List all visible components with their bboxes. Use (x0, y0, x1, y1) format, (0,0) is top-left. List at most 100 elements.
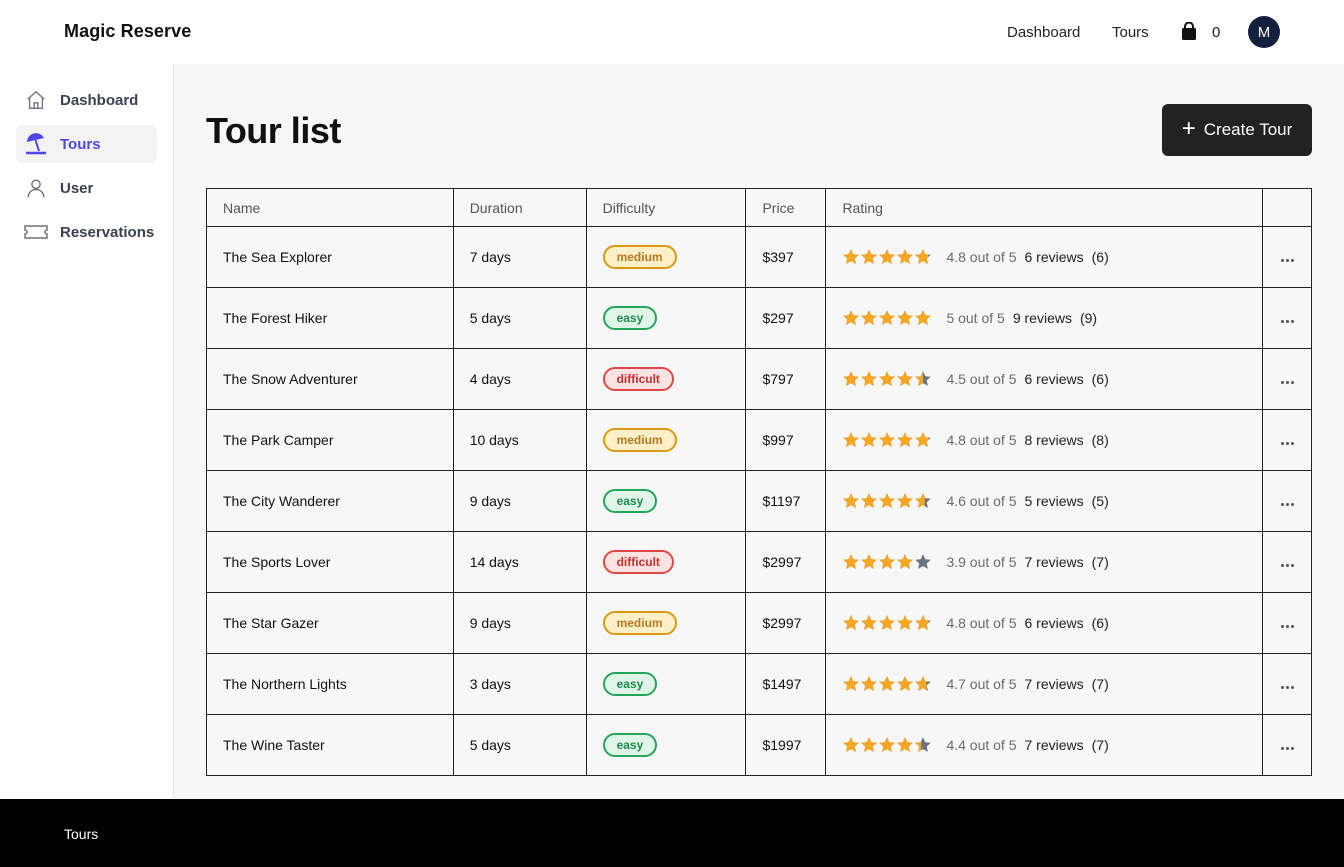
create-tour-button[interactable]: + Create Tour (1162, 104, 1312, 156)
star-rating (842, 675, 932, 693)
review-count: 9 reviews (1012, 310, 1072, 326)
rating: 3.9 out of 5 7 reviews (7) (842, 553, 1246, 571)
review-count: 5 reviews (1024, 493, 1084, 509)
review-count: 6 reviews (1024, 249, 1084, 265)
review-count: 7 reviews (1024, 737, 1084, 753)
more-options-icon[interactable] (1280, 564, 1294, 567)
table-row[interactable]: The Forest Hiker 5 days easy $297 5 out of 5… (206, 287, 1312, 349)
star-icon (861, 737, 878, 752)
avatar[interactable]: M (1248, 16, 1280, 48)
star-icon (843, 493, 860, 508)
review-count-paren: (5) (1091, 493, 1109, 509)
rating: 4.8 out of 5 8 reviews (8) (842, 431, 1246, 449)
star-icon (879, 432, 896, 447)
review-count: 7 reviews (1024, 676, 1084, 692)
difficulty-badge: easy (602, 306, 658, 330)
shopping-bag-icon (1182, 22, 1196, 40)
star-icon (861, 432, 878, 447)
table-row[interactable]: The Sea Explorer 7 days medium $397 4.8 out … (206, 226, 1312, 288)
tour-price: $997 (745, 409, 827, 471)
tour-price: $797 (745, 348, 827, 410)
cart-count: 0 (1212, 23, 1221, 41)
footer-text: Tours (64, 826, 99, 842)
tour-duration: 9 days (452, 592, 587, 654)
cart-button[interactable]: 0 (1180, 22, 1220, 42)
tour-price: $1197 (745, 470, 827, 532)
star-icon (915, 615, 932, 630)
rating-text: 4.8 out of 5 (946, 432, 1017, 448)
star-rating (842, 492, 932, 510)
star-icon (879, 249, 896, 264)
table-row[interactable]: The Snow Adventurer 4 days difficult $797 4.… (206, 348, 1312, 410)
star-icon (897, 737, 914, 752)
rating-text: 4.8 out of 5 (946, 249, 1017, 265)
plus-icon: + (1181, 114, 1196, 142)
tour-rating-cell: 4.8 out of 5 8 reviews (8) (825, 409, 1264, 471)
column-header-difficulty[interactable]: Difficulty (585, 188, 747, 227)
column-header-rating[interactable]: Rating (825, 188, 1264, 227)
star-icon (843, 432, 860, 447)
table-row[interactable]: The Northern Lights 3 days easy $1497 4.7 ou… (206, 653, 1312, 715)
table-row[interactable]: The Wine Taster 5 days easy $1997 4.4 out of… (206, 714, 1312, 776)
table-row[interactable]: The Sports Lover 14 days difficult $2997 3.9… (206, 531, 1312, 593)
star-icon (879, 615, 896, 630)
more-options-icon[interactable] (1280, 442, 1294, 445)
tour-rating-cell: 4.7 out of 5 7 reviews (7) (825, 653, 1264, 715)
star-icon (915, 371, 932, 386)
difficulty-badge: easy (602, 672, 658, 696)
star-rating (842, 309, 932, 327)
sidebar-item-tours[interactable]: Tours (16, 125, 157, 163)
more-options-icon[interactable] (1280, 259, 1294, 262)
star-icon (897, 554, 914, 569)
rating: 4.8 out of 5 6 reviews (6) (842, 614, 1246, 632)
review-count-paren: (7) (1091, 676, 1109, 692)
star-icon (843, 615, 860, 630)
tour-duration: 3 days (452, 653, 587, 715)
column-header-name[interactable]: Name (206, 188, 454, 227)
star-icon (861, 615, 878, 630)
star-icon (879, 310, 896, 325)
star-icon (843, 737, 860, 752)
tour-difficulty-cell: easy (585, 653, 747, 715)
user-icon (24, 176, 48, 200)
difficulty-badge: difficult (602, 367, 674, 391)
table-row[interactable]: The Park Camper 10 days medium $997 4.8 out … (206, 409, 1312, 471)
ticket-icon (24, 220, 48, 244)
column-header-duration[interactable]: Duration (452, 188, 587, 227)
more-options-icon[interactable] (1280, 381, 1294, 384)
sidebar-item-user[interactable]: User (16, 169, 157, 207)
brand-logo[interactable]: Magic Reserve (64, 21, 191, 42)
tour-rating-cell: 3.9 out of 5 7 reviews (7) (825, 531, 1264, 593)
review-count-paren: (8) (1091, 432, 1109, 448)
sidebar-item-label: Tours (60, 135, 101, 153)
tour-name: The Park Camper (206, 409, 454, 471)
review-count: 8 reviews (1024, 432, 1084, 448)
star-icon (915, 737, 932, 752)
tour-duration: 5 days (452, 287, 587, 349)
rating-text: 3.9 out of 5 (946, 554, 1017, 570)
star-icon (861, 249, 878, 264)
review-count: 7 reviews (1024, 554, 1084, 570)
column-header-price[interactable]: Price (745, 188, 827, 227)
more-options-icon[interactable] (1280, 320, 1294, 323)
tour-rating-cell: 4.8 out of 5 6 reviews (6) (825, 592, 1264, 654)
star-icon (879, 493, 896, 508)
topnav-dashboard-link[interactable]: Dashboard (1007, 24, 1080, 41)
more-options-icon[interactable] (1280, 747, 1294, 750)
more-options-icon[interactable] (1280, 503, 1294, 506)
star-rating (842, 248, 932, 266)
rating-text: 4.7 out of 5 (946, 676, 1017, 692)
topnav-tours-link[interactable]: Tours (1112, 24, 1149, 41)
sidebar-item-reservations[interactable]: Reservations (16, 213, 157, 251)
star-icon (897, 615, 914, 630)
review-count-paren: (6) (1091, 615, 1109, 631)
table-row[interactable]: The City Wanderer 9 days easy $1197 4.6 out … (206, 470, 1312, 532)
table-row[interactable]: The Star Gazer 9 days medium $2997 4.8 out o… (206, 592, 1312, 654)
row-actions-cell (1262, 226, 1312, 288)
create-tour-label: Create Tour (1203, 120, 1293, 139)
table-header-row: Name Duration Difficulty Price Rating (206, 188, 1312, 227)
more-options-icon[interactable] (1280, 625, 1294, 628)
column-header-actions (1262, 188, 1312, 227)
sidebar-item-dashboard[interactable]: Dashboard (16, 81, 157, 119)
more-options-icon[interactable] (1280, 686, 1294, 689)
